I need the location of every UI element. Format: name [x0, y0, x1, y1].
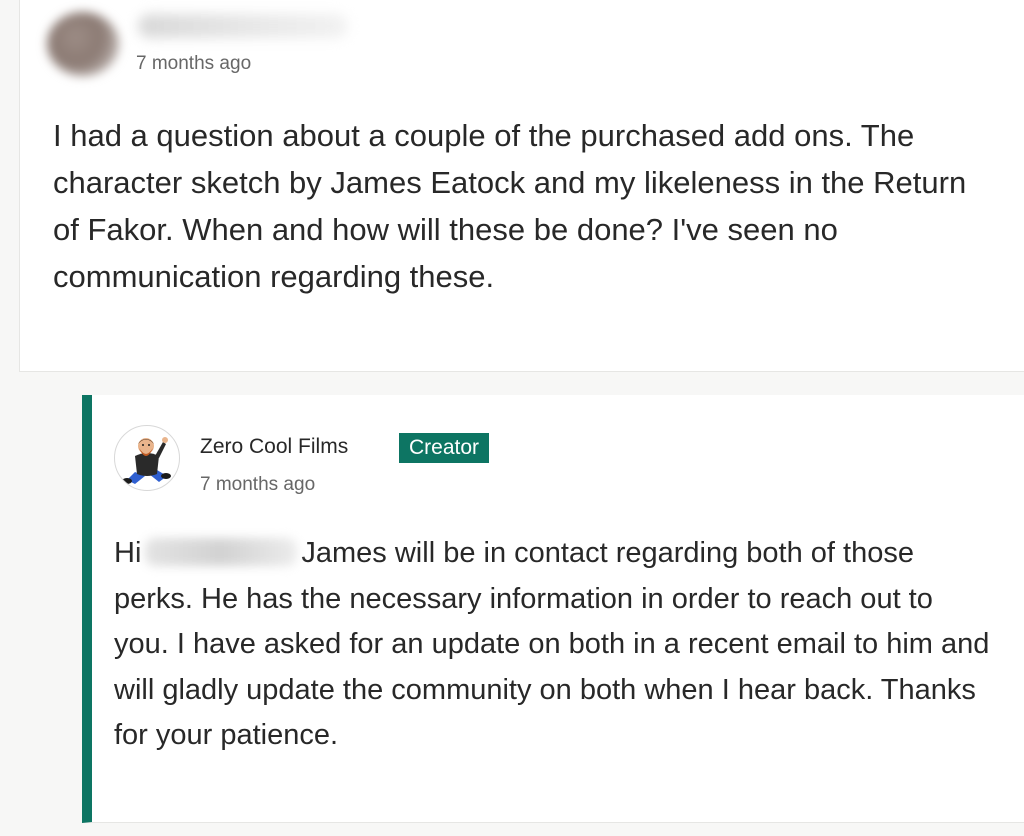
redacted-name — [145, 538, 298, 566]
reply-body: Hi James will be in contact regarding bot… — [114, 531, 994, 759]
creator-avatar[interactable] — [114, 425, 180, 491]
reply-timestamp: 7 months ago — [200, 474, 316, 495]
bearded-cartoon-avatar-icon — [122, 437, 171, 484]
commenter-name-redacted — [138, 14, 348, 38]
creator-name[interactable]: Zero Cool Films — [200, 435, 348, 459]
reply-greeting: Hi — [114, 537, 142, 569]
comment-body: I had a question about a couple of the p… — [53, 118, 967, 294]
comment-thread: 7 months ago I had a question about a co… — [0, 0, 1024, 836]
comment-card: 7 months ago I had a question about a co… — [19, 0, 1024, 372]
creator-badge: Creator — [399, 433, 490, 463]
reply-card: Zero Cool Films Creator 7 months ago Hi J… — [82, 395, 1024, 823]
comment-timestamp: 7 months ago — [136, 53, 252, 74]
reply-message: James will be in contact regarding both … — [114, 537, 990, 751]
commenter-avatar[interactable] — [47, 12, 119, 76]
